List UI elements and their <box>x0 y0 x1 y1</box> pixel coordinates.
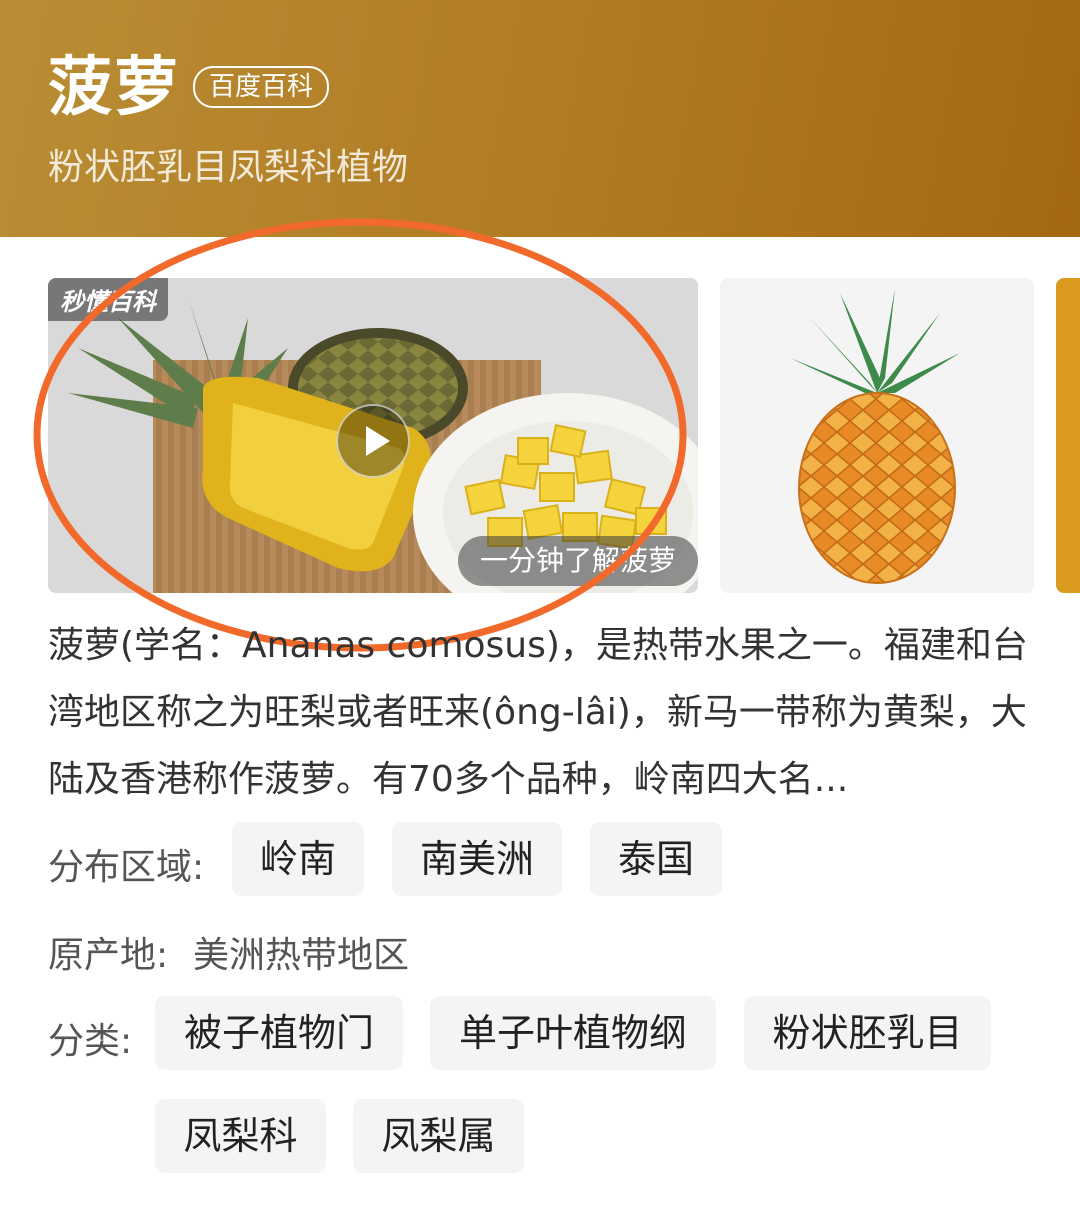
distribution-chip[interactable]: 南美洲 <box>392 822 562 896</box>
classification-label: 分类: <box>48 1021 133 1062</box>
source-badge[interactable]: 百度百科 <box>193 66 330 108</box>
classification-chip[interactable]: 凤梨属 <box>353 1099 524 1173</box>
origin-label: 原产地: <box>48 935 169 976</box>
distribution-chip[interactable]: 岭南 <box>232 822 364 896</box>
classification-chip[interactable]: 单子叶植物纲 <box>430 996 716 1070</box>
page-title: 菠萝 <box>48 51 180 125</box>
classification-chip[interactable]: 被子植物门 <box>155 996 403 1070</box>
video-caption: 一分钟了解菠萝 <box>458 536 698 586</box>
pineapple-image-card[interactable] <box>720 278 1034 593</box>
header-banner: 菠萝 百度百科 粉状胚乳目凤梨科植物 <box>0 0 1080 237</box>
media-gallery[interactable]: 秒懂百科 一分钟了解菠萝 <box>48 278 1080 593</box>
video-card[interactable]: 秒懂百科 一分钟了解菠萝 <box>48 278 698 593</box>
pineapple-image <box>720 278 1034 593</box>
play-icon <box>366 426 390 456</box>
play-button[interactable] <box>336 404 410 478</box>
distribution-label: 分布区域: <box>48 847 205 888</box>
page-subtitle: 粉状胚乳目凤梨科植物 <box>48 147 409 188</box>
classification-chip[interactable]: 粉状胚乳目 <box>744 996 991 1070</box>
description-text: 菠萝(学名：Ananas comosus)，是热带水果之一。福建和台湾地区称之为… <box>48 625 1028 800</box>
origin-value: 美洲热带地区 <box>193 935 410 976</box>
video-watermark: 秒懂百科 <box>48 278 168 321</box>
classification-chip[interactable]: 凤梨科 <box>155 1099 326 1173</box>
next-image-card[interactable] <box>1056 278 1080 593</box>
distribution-chip[interactable]: 泰国 <box>590 822 722 896</box>
